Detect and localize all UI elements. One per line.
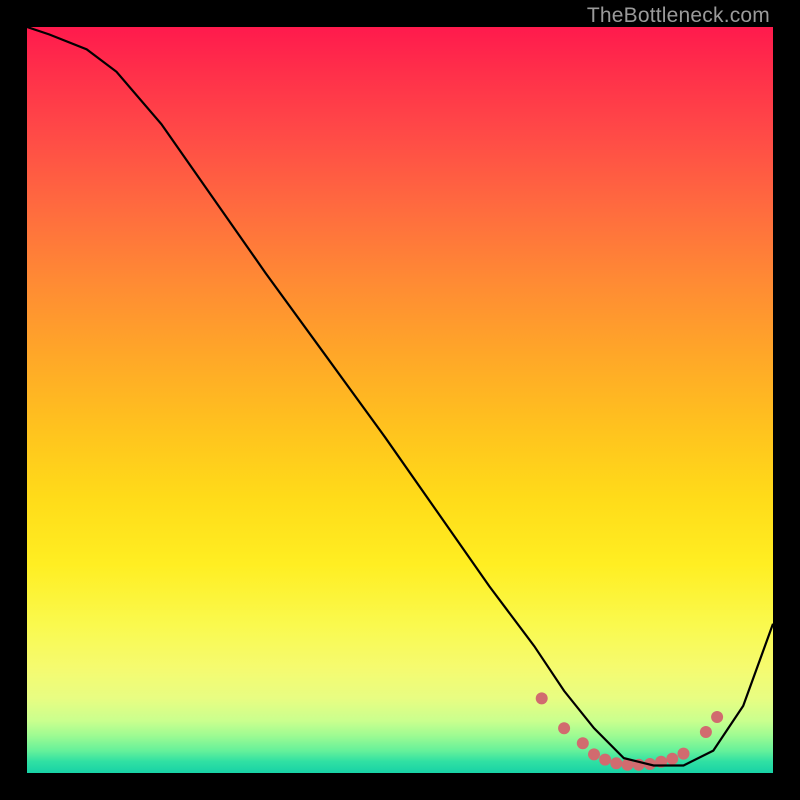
plot-area	[27, 27, 773, 773]
watermark-text: TheBottleneck.com	[587, 4, 770, 28]
bottleneck-curve-line	[27, 27, 773, 766]
marker-flat-region	[536, 692, 723, 770]
marker-dot	[678, 748, 690, 760]
chart-stage: TheBottleneck.com	[0, 0, 800, 800]
marker-dot	[610, 757, 622, 769]
marker-dot	[700, 726, 712, 738]
marker-dot	[655, 756, 667, 768]
marker-dot	[644, 758, 656, 770]
marker-dot	[577, 737, 589, 749]
curve-svg	[27, 27, 773, 773]
marker-dot	[599, 754, 611, 766]
marker-dot	[622, 759, 634, 771]
marker-dot	[711, 711, 723, 723]
marker-dot	[536, 692, 548, 704]
marker-dot	[558, 722, 570, 734]
marker-dot	[588, 748, 600, 760]
marker-dot	[666, 753, 678, 765]
marker-dot	[633, 759, 645, 771]
